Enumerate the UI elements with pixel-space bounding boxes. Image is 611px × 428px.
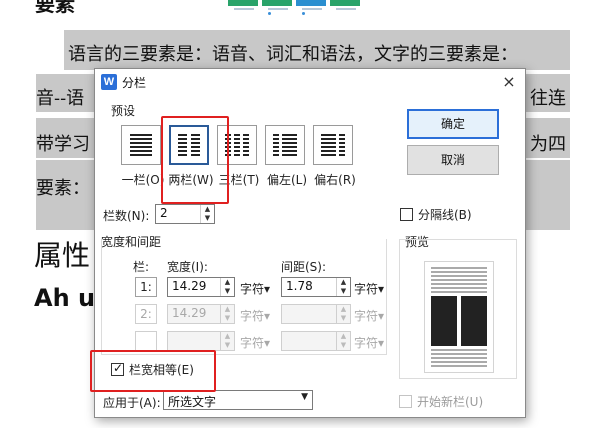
- diagram-caption: [234, 8, 254, 10]
- spin-up-icon[interactable]: ▲: [337, 278, 350, 287]
- diagram-block: [262, 0, 292, 6]
- spacing-header: 间距(S):: [281, 260, 327, 274]
- column-2-spacing-spinner: ▲ ▼: [281, 304, 351, 324]
- start-new-column-label: 开始新栏(U): [417, 395, 484, 409]
- spinner-arrows[interactable]: ▲ ▼: [336, 278, 350, 296]
- doc-top-heading: 要素: [35, 0, 75, 16]
- spin-up-icon[interactable]: ▲: [201, 205, 214, 214]
- ok-button[interactable]: 确定: [407, 109, 499, 139]
- highlight-equal-width-annotation: [90, 350, 216, 392]
- diagram-caption: [336, 8, 356, 10]
- doc-subheading: Ah u: [34, 284, 96, 312]
- num-columns-value: 2: [160, 206, 168, 220]
- column-1-spacing-value: 1.78: [286, 279, 313, 293]
- column-2-width-value: 14.29: [172, 306, 207, 320]
- column-header: 栏:: [133, 260, 150, 274]
- doc-diagram-strip: [228, 0, 378, 22]
- doc-heading-attributes: 属性: [34, 239, 91, 272]
- diagram-caption: [302, 8, 322, 10]
- close-icon[interactable]: ×: [499, 72, 519, 92]
- diagram-caption: [268, 8, 288, 10]
- width-unit-dropdown[interactable]: 字符▾: [240, 280, 270, 297]
- preview-page: [424, 261, 494, 373]
- separator-label[interactable]: 分隔线(B): [418, 206, 472, 223]
- apply-to-value: 所选文字: [168, 395, 217, 409]
- spin-up-icon: ▲: [340, 332, 347, 340]
- column-3-width-spinner: ▲ ▼: [167, 331, 235, 351]
- two-column-preview-graphic: [431, 267, 487, 367]
- doc-paragraph-line-1: 语言的三要素是：语音、词汇和语法，文字的三要素是：: [68, 44, 518, 65]
- doc-paragraph-line-4: 要素：: [36, 178, 90, 199]
- diagram-dot: [302, 12, 305, 15]
- spinner-arrows[interactable]: ▲ ▼: [220, 278, 234, 296]
- spacing-unit-dropdown: 字符▾: [354, 336, 385, 350]
- spinner-arrows: ▲ ▼: [336, 305, 350, 323]
- spin-down-icon[interactable]: ▼: [221, 287, 234, 296]
- spinner-arrows: ▲ ▼: [220, 305, 234, 323]
- spin-down-icon: ▼: [340, 314, 347, 322]
- cancel-button[interactable]: 取消: [407, 145, 499, 175]
- column-1-spacing-spinner[interactable]: 1.78 ▲ ▼: [281, 277, 351, 297]
- preset-group: 一栏(O) 两栏(W) 三栏(T) 偏左(L) 偏右(R): [121, 125, 361, 189]
- preset-right[interactable]: 偏右(R): [313, 125, 356, 189]
- num-columns-label: 栏数(N):: [103, 209, 150, 223]
- doc-paragraph-line-3-right: 为四: [530, 134, 566, 155]
- spin-up-icon[interactable]: ▲: [221, 278, 234, 287]
- dialog-title: 分栏: [122, 76, 147, 90]
- column-number: 2:: [135, 304, 157, 324]
- spinner-arrows[interactable]: ▲ ▼: [200, 205, 214, 223]
- doc-paragraph-line-3-left: 带学习: [36, 134, 90, 155]
- width-unit-dropdown: 字符▾: [240, 336, 271, 350]
- diagram-block: [330, 0, 360, 6]
- column-2-width-spinner: 14.29 ▲ ▼: [167, 304, 235, 324]
- spin-down-icon: ▼: [224, 341, 231, 349]
- column-number: [135, 331, 157, 351]
- apply-to-label: 应用于(A):: [103, 396, 161, 410]
- column-1-width-value: 14.29: [172, 279, 207, 293]
- diagram-block: [296, 0, 326, 6]
- spin-down-icon[interactable]: ▼: [201, 214, 214, 223]
- diagram-block: [228, 0, 258, 6]
- spin-up-icon: ▲: [224, 332, 231, 340]
- start-new-column-checkbox: [399, 395, 412, 408]
- spinner-arrows: ▲ ▼: [336, 332, 350, 350]
- dialog-titlebar[interactable]: W 分栏 ×: [95, 69, 525, 95]
- right-column-icon: [313, 125, 353, 165]
- preset-left[interactable]: 偏左(L): [265, 125, 307, 189]
- column-3-spacing-spinner: ▲ ▼: [281, 331, 351, 351]
- chevron-down-icon: ▼: [301, 392, 308, 402]
- diagram-dot: [268, 12, 271, 15]
- spinner-arrows: ▲ ▼: [220, 332, 234, 350]
- spin-down-icon: ▼: [224, 314, 231, 322]
- column-number: 1:: [135, 277, 157, 297]
- spacing-unit-dropdown[interactable]: 字符▾: [354, 280, 384, 297]
- preset-one-column[interactable]: 一栏(O): [121, 125, 164, 189]
- doc-paragraph-line-2-right: 往连: [530, 88, 566, 109]
- separator-checkbox[interactable]: [400, 208, 413, 221]
- width-unit-dropdown: 字符▾: [240, 309, 271, 323]
- one-column-icon: [121, 125, 161, 165]
- highlight-two-columns-annotation: [161, 116, 229, 204]
- spin-up-icon: ▲: [224, 305, 231, 313]
- wps-writer-icon: W: [101, 74, 117, 90]
- apply-to-dropdown[interactable]: 所选文字 ▼: [163, 390, 313, 410]
- preset-section-label: 预设: [111, 104, 136, 118]
- doc-paragraph-line-2-left: 音--语: [36, 88, 85, 109]
- spacing-unit-dropdown: 字符▾: [354, 309, 385, 323]
- preset-label: 偏左(L): [266, 173, 308, 187]
- left-column-icon: [265, 125, 305, 165]
- spin-down-icon: ▼: [340, 341, 347, 349]
- width-header: 宽度(I):: [167, 260, 208, 274]
- spin-down-icon[interactable]: ▼: [337, 287, 350, 296]
- preset-label: 偏右(R): [314, 173, 356, 187]
- spin-up-icon: ▲: [340, 305, 347, 313]
- num-columns-spinner[interactable]: 2 ▲ ▼: [155, 204, 215, 224]
- column-1-width-spinner[interactable]: 14.29 ▲ ▼: [167, 277, 235, 297]
